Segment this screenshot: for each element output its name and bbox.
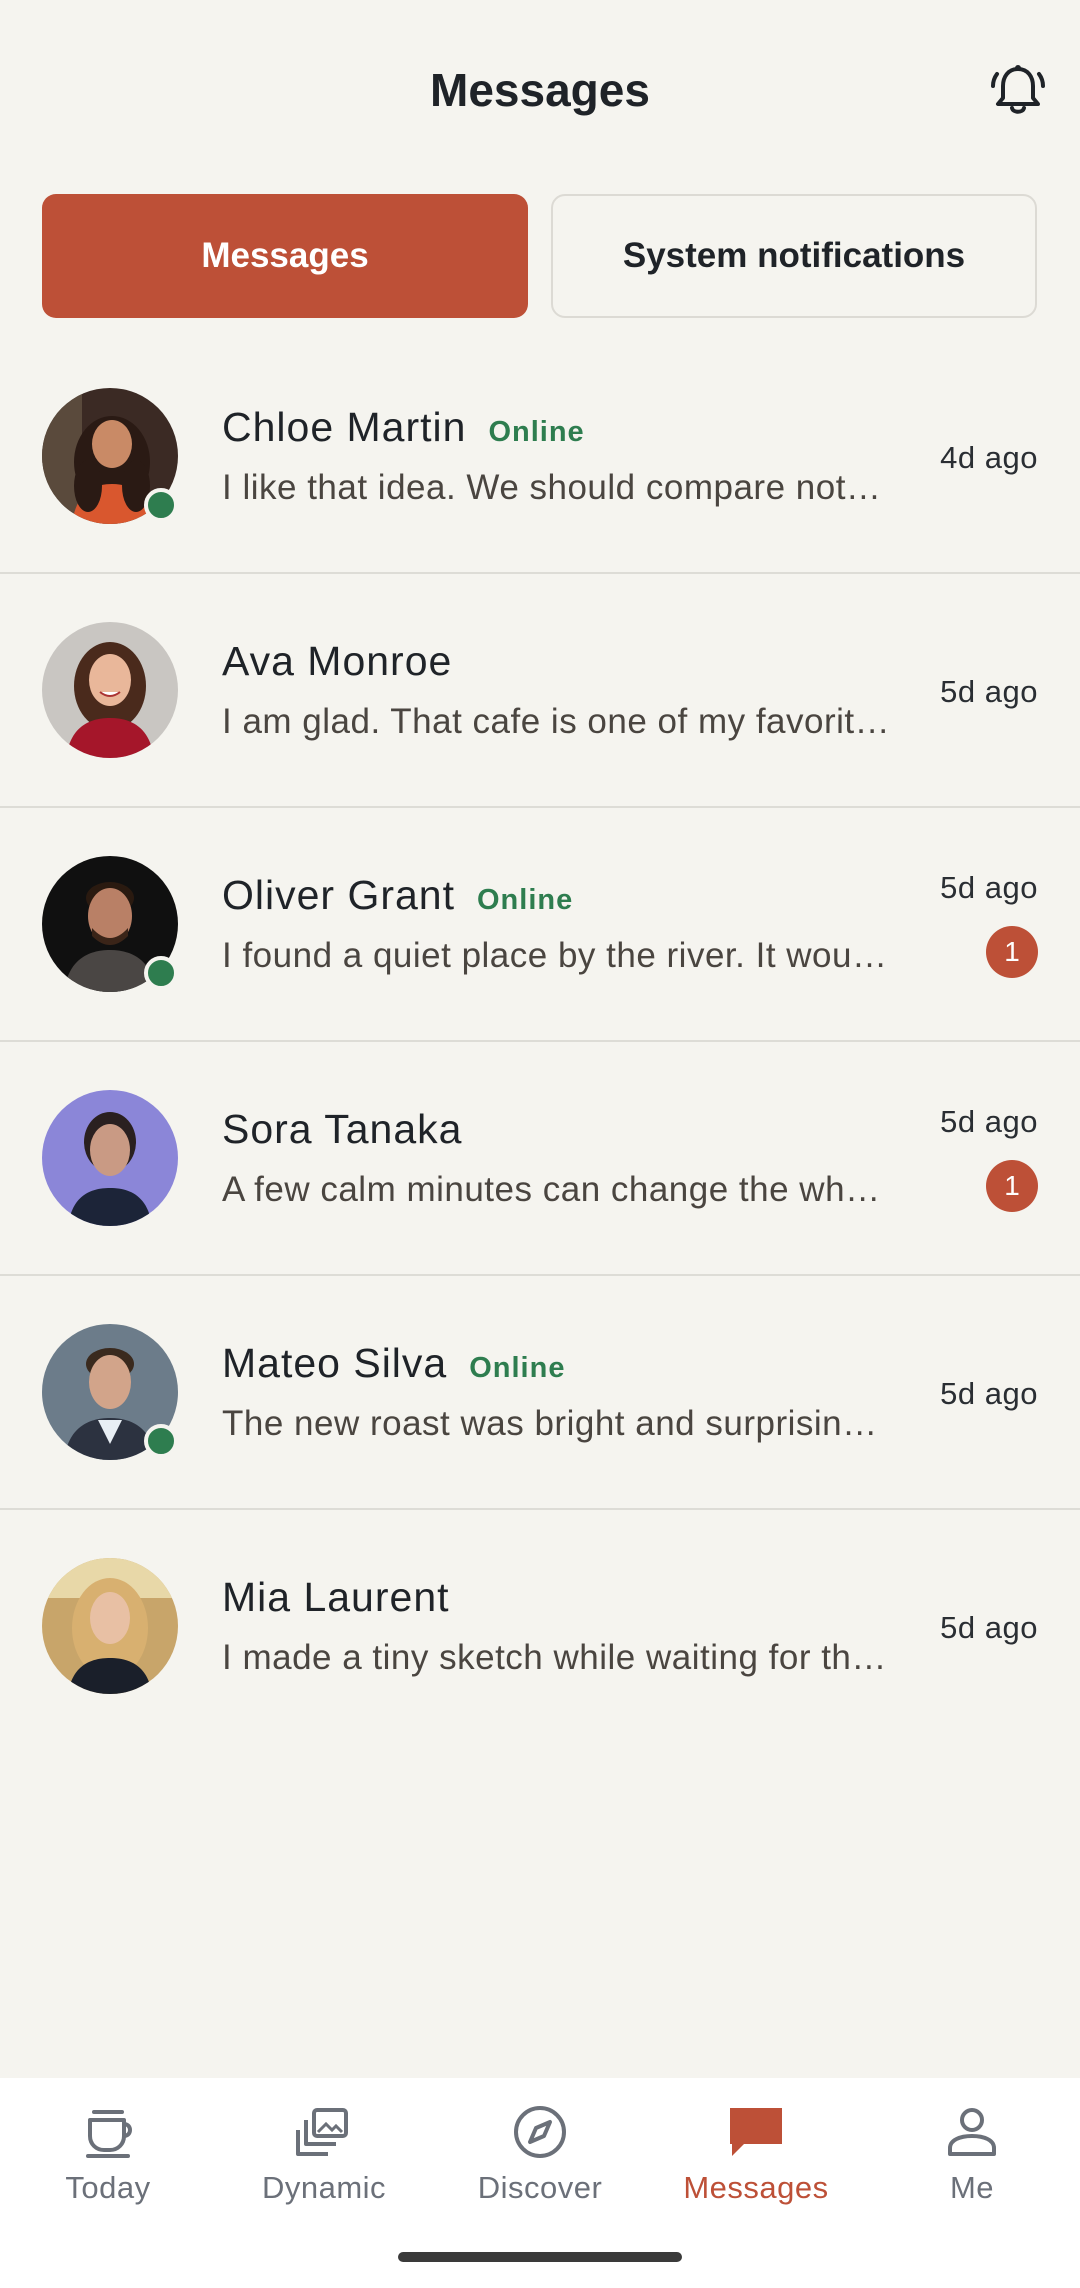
nav-label: Dynamic — [261, 2170, 387, 2205]
conversation-row-mia-laurent[interactable]: Mia Laurent I made a tiny sketch while w… — [0, 1510, 1080, 1742]
avatar — [42, 1558, 178, 1694]
person-icon — [948, 2108, 996, 2156]
contact-name: Ava Monroe — [222, 638, 453, 684]
timestamp: 5d ago — [940, 1376, 1038, 1411]
tab-bar: Messages System notifications — [42, 194, 1038, 320]
nav-label: Discover — [477, 2170, 603, 2205]
message-preview: A few calm minutes can change the whole … — [222, 1170, 890, 1209]
contact-name: Mateo Silva — [222, 1340, 448, 1386]
tab-system-notifications[interactable]: System notifications — [551, 194, 1037, 318]
message-preview: I made a tiny sketch while waiting for t… — [222, 1638, 890, 1677]
app-header: Messages — [0, 0, 1080, 180]
name-line: Mia Laurent — [222, 1574, 450, 1626]
conversation-list: Chloe Martin Online I like that idea. We… — [0, 340, 1080, 1742]
name-line: Sora Tanaka — [222, 1106, 462, 1158]
online-status-dot — [144, 488, 178, 522]
conversation-row-oliver-grant[interactable]: Oliver Grant Online I found a quiet plac… — [0, 808, 1080, 1042]
nav-item-today[interactable]: Today — [0, 2100, 216, 2220]
stacked-photos-icon — [296, 2108, 348, 2156]
nav-label: Me — [949, 2170, 995, 2205]
page-title: Messages — [430, 64, 650, 116]
timestamp: 5d ago — [940, 674, 1038, 709]
messages-screen: Messages Messages System notifications C… — [0, 0, 1080, 2288]
timestamp: 5d ago — [940, 1104, 1038, 1139]
nav-item-discover[interactable]: Discover — [432, 2100, 648, 2220]
avatar — [42, 1090, 178, 1226]
avatar — [42, 622, 178, 758]
compass-icon — [514, 2106, 566, 2158]
name-line: Oliver Grant Online — [222, 872, 573, 924]
online-status-dot — [144, 1424, 178, 1458]
conversation-row-chloe-martin[interactable]: Chloe Martin Online I like that idea. We… — [0, 340, 1080, 574]
tab-messages[interactable]: Messages — [42, 194, 528, 318]
online-label: Online — [488, 416, 585, 448]
name-line: Mateo Silva Online — [222, 1340, 565, 1392]
message-preview: I like that idea. We should compare note… — [222, 468, 890, 507]
online-label: Online — [477, 884, 574, 916]
chat-bubble-icon — [730, 2108, 782, 2156]
conversation-row-sora-tanaka[interactable]: Sora Tanaka A few calm minutes can chang… — [0, 1042, 1080, 1276]
timestamp: 5d ago — [940, 1610, 1038, 1645]
timestamp: 4d ago — [940, 440, 1038, 475]
contact-name: Chloe Martin — [222, 404, 467, 450]
contact-name: Mia Laurent — [222, 1574, 450, 1620]
contact-name: Oliver Grant — [222, 872, 455, 918]
unread-count-badge: 1 — [986, 1160, 1038, 1212]
contact-name: Sora Tanaka — [222, 1106, 463, 1152]
conversation-row-mateo-silva[interactable]: Mateo Silva Online The new roast was bri… — [0, 1276, 1080, 1510]
online-status-dot — [144, 956, 178, 990]
message-preview: I am glad. That cafe is one of my favori… — [222, 702, 890, 741]
name-line: Chloe Martin Online — [222, 404, 585, 456]
online-label: Online — [469, 1352, 566, 1384]
nav-label: Today — [65, 2170, 151, 2205]
unread-count-badge: 1 — [986, 926, 1038, 978]
conversation-row-ava-monroe[interactable]: Ava Monroe I am glad. That cafe is one o… — [0, 574, 1080, 808]
cup-icon — [86, 2110, 132, 2158]
nav-item-dynamic[interactable]: Dynamic — [216, 2100, 432, 2220]
nav-item-me[interactable]: Me — [864, 2100, 1080, 2220]
message-preview: The new roast was bright and surprisingl… — [222, 1404, 890, 1443]
timestamp: 5d ago — [940, 870, 1038, 905]
nav-item-messages[interactable]: Messages — [648, 2100, 864, 2220]
home-indicator[interactable] — [398, 2252, 682, 2262]
message-preview: I found a quiet place by the river. It w… — [222, 936, 890, 975]
nav-label: Messages — [683, 2170, 829, 2205]
name-line: Ava Monroe — [222, 638, 452, 690]
bell-ring-icon[interactable] — [988, 60, 1048, 120]
